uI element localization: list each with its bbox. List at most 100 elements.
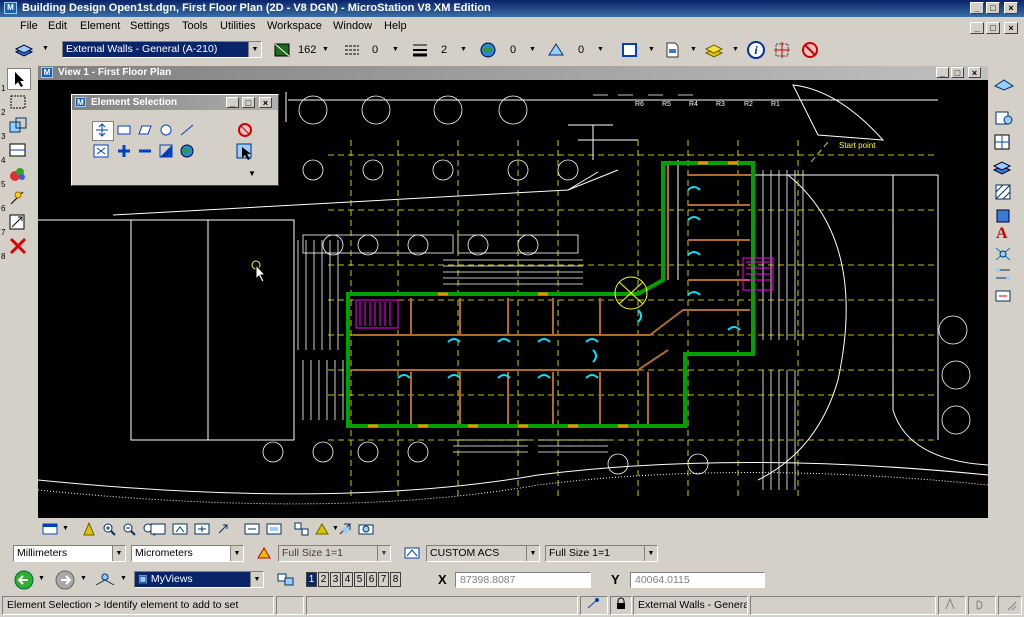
toggle-display-icon[interactable] (314, 522, 332, 539)
cell-icon[interactable] (992, 132, 1016, 154)
sub-units-select[interactable]: Micrometers ▼ (131, 545, 244, 562)
clear-selection-icon[interactable] (236, 122, 254, 141)
myviews-select[interactable]: ▣ MyViews ▼ (134, 571, 264, 588)
doc-minimize-button[interactable]: _ (970, 22, 984, 34)
fence-icon[interactable] (7, 92, 31, 114)
color-icon[interactable] (272, 40, 292, 60)
snap-icon[interactable] (992, 244, 1016, 266)
render-icon[interactable] (338, 522, 354, 539)
invert-icon[interactable] (158, 143, 174, 162)
circle-select-icon[interactable] (158, 123, 174, 140)
y-coordinate-field[interactable]: 40064.0115 (630, 572, 765, 588)
scale-select[interactable]: Full Size 1=1 ▼ (278, 545, 391, 562)
select-arrow-icon[interactable] (236, 143, 254, 164)
design-history-icon[interactable] (938, 596, 966, 615)
menu-element[interactable]: Element (80, 20, 120, 32)
snap-mode-icon[interactable] (580, 596, 608, 615)
update-view-icon[interactable] (82, 521, 96, 539)
view-6-button[interactable]: 6 (366, 572, 377, 587)
line-select-icon[interactable] (179, 123, 195, 140)
globe-icon[interactable] (179, 143, 195, 162)
view-7-button[interactable]: 7 (378, 572, 389, 587)
view-minimize-button[interactable]: _ (936, 67, 949, 78)
layers-icon[interactable] (704, 40, 724, 60)
chevron-down-icon[interactable]: ▼ (648, 46, 655, 53)
clip-volume-icon[interactable] (294, 522, 310, 539)
delete-icon[interactable] (7, 236, 31, 258)
zoom-in-icon[interactable] (102, 522, 116, 539)
view-3-button[interactable]: 3 (330, 572, 341, 587)
select-arrow-icon[interactable] (7, 68, 31, 90)
lock-icon[interactable] (610, 596, 632, 615)
rotate-view-icon[interactable] (172, 522, 188, 539)
tag-icon[interactable] (992, 286, 1016, 308)
place-element-icon[interactable] (992, 108, 1016, 130)
modify-icon[interactable] (7, 140, 31, 162)
menu-settings[interactable]: Settings (130, 20, 170, 32)
menu-workspace[interactable]: Workspace (267, 20, 322, 32)
layer-icon[interactable] (992, 158, 1016, 180)
camera-icon[interactable] (358, 522, 374, 539)
chevron-down-icon[interactable]: ▼ (460, 46, 467, 53)
minus-icon[interactable] (137, 143, 153, 162)
maximize-button[interactable]: □ (986, 2, 1000, 14)
menu-tools[interactable]: Tools (182, 20, 208, 32)
chevron-down-icon[interactable]: ▼ (322, 46, 329, 53)
view-box-icon[interactable] (620, 40, 640, 60)
shape-select-icon[interactable] (137, 123, 153, 140)
view-1-button[interactable]: 1 (306, 572, 317, 587)
link-icon[interactable] (992, 264, 1016, 286)
individual-select-icon[interactable] (92, 121, 114, 141)
active-level-select[interactable]: External Walls - General (A-210) ▼ (62, 41, 262, 58)
chevron-down-icon[interactable]: ▼ (732, 46, 739, 53)
chevron-down-icon[interactable]: ▼ (42, 45, 49, 52)
zoom-out-icon[interactable] (122, 522, 136, 539)
block-select-icon[interactable] (116, 123, 132, 140)
copy-view-icon[interactable] (266, 522, 282, 539)
hatch-icon[interactable] (992, 182, 1016, 204)
measure-icon[interactable] (7, 188, 31, 210)
plus-icon[interactable] (116, 143, 132, 162)
fit-view-icon[interactable] (150, 522, 166, 539)
acs-select[interactable]: CUSTOM ACS ▼ (426, 545, 540, 562)
document-icon[interactable] (662, 40, 682, 60)
chevron-down-icon[interactable]: ▼ (80, 575, 87, 582)
text-icon[interactable]: A (992, 222, 1016, 244)
menu-edit[interactable]: Edit (48, 20, 67, 32)
line-weight-icon[interactable] (410, 40, 430, 60)
chevron-down-icon[interactable]: ▼ (529, 46, 536, 53)
view-close-button[interactable]: × (968, 67, 981, 78)
view-groups-icon[interactable] (276, 571, 296, 592)
menu-help[interactable]: Help (384, 20, 407, 32)
place-shape-icon[interactable] (992, 74, 1016, 96)
forward-icon[interactable] (54, 570, 76, 593)
add-mode-icon[interactable] (92, 143, 110, 162)
grid-select-icon[interactable] (772, 40, 792, 60)
master-units-select[interactable]: Millimeters ▼ (13, 545, 126, 562)
pan-view-icon[interactable] (194, 522, 210, 539)
level-manager-icon[interactable] (14, 40, 34, 60)
x-coordinate-field[interactable]: 87398.8087 (455, 572, 591, 588)
chevron-down-icon[interactable]: ▼ (62, 525, 69, 532)
minimize-button[interactable]: _ (970, 2, 984, 14)
menu-file[interactable]: File (20, 20, 38, 32)
chevron-down-icon[interactable]: ▼ (248, 169, 256, 178)
menu-utilities[interactable]: Utilities (220, 20, 255, 32)
chevron-down-icon[interactable]: ▼ (690, 46, 697, 53)
view-restore-button[interactable]: □ (951, 67, 964, 78)
info-icon[interactable]: i (746, 40, 766, 60)
manipulate-icon[interactable] (7, 116, 31, 138)
no-entry-icon[interactable] (800, 40, 820, 60)
chevron-down-icon[interactable]: ▼ (38, 575, 45, 582)
view-4-button[interactable]: 4 (342, 572, 353, 587)
view-next-icon[interactable] (244, 522, 260, 539)
transparency-icon[interactable] (546, 40, 566, 60)
view-attributes-icon[interactable] (42, 522, 58, 539)
close-button[interactable]: × (1004, 2, 1018, 14)
doc-close-button[interactable]: × (1004, 22, 1018, 34)
chevron-down-icon[interactable]: ▼ (120, 575, 127, 582)
chevron-down-icon[interactable]: ▼ (392, 46, 399, 53)
doc-restore-button[interactable]: □ (986, 22, 1000, 34)
view-2-button[interactable]: 2 (318, 572, 329, 587)
dialog-maximize-button[interactable]: □ (242, 97, 255, 108)
